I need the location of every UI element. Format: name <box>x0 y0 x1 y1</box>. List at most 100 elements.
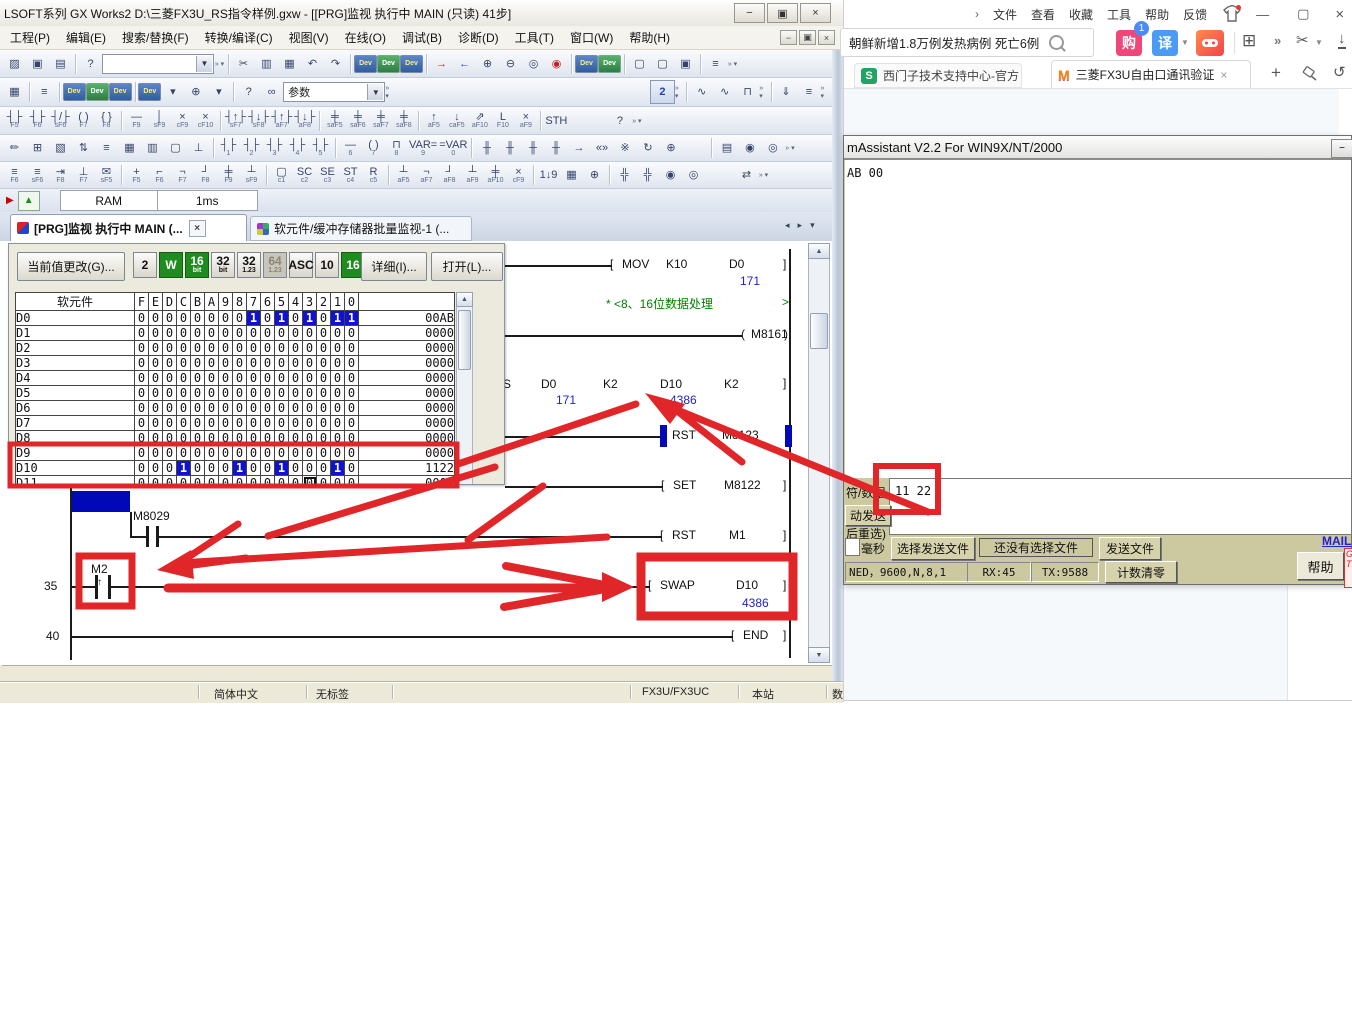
delete-hline-icon[interactable]: ×cF9 <box>171 110 194 132</box>
close-contact-icon[interactable]: ┤├F6 <box>26 110 49 132</box>
compare1-icon[interactable]: ╫ <box>475 137 498 159</box>
operand[interactable]: K2 <box>603 377 618 391</box>
bit-cell[interactable]: 0 <box>219 356 233 371</box>
dropdown-icon[interactable]: ▾ <box>161 81 184 103</box>
find-device-icon[interactable]: ⊕ <box>184 81 207 103</box>
bit-cell[interactable]: 0 <box>261 371 275 386</box>
bit-cell[interactable]: 0 <box>205 416 219 431</box>
hline-icon[interactable]: —F9 <box>125 110 148 132</box>
bit-cell[interactable]: 0 <box>261 476 275 486</box>
copy-icon[interactable]: ▥ <box>255 53 278 75</box>
bit-cell[interactable]: 0 <box>205 476 219 486</box>
bit-cell[interactable]: 0 <box>163 446 177 461</box>
ref-watch-icon[interactable]: ◉ <box>659 164 682 186</box>
instruction-rst[interactable]: RST <box>672 428 696 442</box>
minimize-button[interactable]: − <box>734 3 765 23</box>
device-monitor-icon[interactable]: Dev <box>575 55 598 73</box>
device-value-cell[interactable]: 0000 <box>359 386 455 401</box>
bit-cell[interactable]: 0 <box>177 476 191 486</box>
device-batch-monitor-icon[interactable]: Dev <box>598 55 621 73</box>
help-icon[interactable]: ? <box>237 81 260 103</box>
window-tile-icon[interactable]: ▣ <box>674 53 697 75</box>
bit-cell[interactable]: 0 <box>191 401 205 416</box>
arrow-right-icon[interactable]: → <box>567 137 590 159</box>
monitor-scroll-up-icon[interactable]: ▲ <box>456 292 473 307</box>
change-current-value-button[interactable]: 当前值更改(G)... <box>17 252 125 281</box>
read-from-plc-icon[interactable]: ← <box>453 53 476 75</box>
bit-cell[interactable]: 0 <box>135 416 149 431</box>
download-icon[interactable]: ↓ <box>1338 30 1346 49</box>
redo-icon[interactable]: ↷ <box>324 53 347 75</box>
af5-icon[interactable]: ┴aF5 <box>392 164 415 186</box>
contact4-icon[interactable]: ┤├4 <box>286 137 309 159</box>
clear-counter-button[interactable]: 计数清零 <box>1105 561 1177 583</box>
bit-cell[interactable]: 0 <box>219 326 233 341</box>
bit-cell[interactable]: 0 <box>205 446 219 461</box>
bit-cell[interactable]: 0 <box>149 311 163 326</box>
scroll-up-icon[interactable]: ▲ <box>808 243 830 259</box>
bit-cell[interactable]: 0 <box>289 326 303 341</box>
ladder-cursor[interactable] <box>72 491 130 512</box>
chevron-icon[interactable]: › <box>968 4 986 24</box>
bit-cell[interactable]: 0 <box>261 446 275 461</box>
bit-cell[interactable]: 0 <box>345 446 359 461</box>
scissors-dropdown-icon[interactable]: ▼ <box>1315 38 1323 47</box>
format-real-button[interactable]: 321.23 <box>237 252 261 278</box>
bit-cell[interactable]: 0 <box>149 476 163 486</box>
toolbar-overflow-chevron[interactable]: » ▾ <box>821 81 830 103</box>
watch1-icon[interactable]: ◉ <box>738 137 761 159</box>
tab-scroll-right-icon[interactable]: ▸ <box>798 220 803 231</box>
bit-cell[interactable]: 0 <box>205 371 219 386</box>
gx-menu-item-8[interactable]: 工具(T) <box>507 26 562 49</box>
contact2-icon[interactable]: ┤├2 <box>240 137 263 159</box>
declare-icon[interactable]: ▥ <box>141 137 164 159</box>
tab-close-icon[interactable]: × <box>189 220 206 237</box>
bit-cell[interactable]: 0 <box>177 416 191 431</box>
af10-icon[interactable]: ╪aF10 <box>484 164 507 186</box>
gx-menu-item-4[interactable]: 视图(V) <box>281 26 337 49</box>
device-value-cell[interactable]: 0000 <box>359 431 455 446</box>
toolbar-overflow-chevron[interactable]: » ▾ <box>759 81 768 103</box>
bit-cell[interactable]: 0 <box>219 416 233 431</box>
bit-cell[interactable]: 0 <box>177 446 191 461</box>
instruction-end[interactable]: END <box>743 628 768 642</box>
browser-menu-item-5[interactable]: 反馈 <box>1176 3 1214 26</box>
bit-cell[interactable]: 0 <box>149 326 163 341</box>
device-display-icon[interactable]: Dev <box>138 83 161 101</box>
zoom-out-icon[interactable]: ⊖ <box>499 53 522 75</box>
device-batch2-icon[interactable]: Dev <box>109 83 132 101</box>
tee-sf9-icon[interactable]: ┴sF9 <box>240 164 263 186</box>
program-list-icon[interactable]: ≡ <box>33 81 56 103</box>
combo-dropdown-icon[interactable]: ▼ <box>196 56 212 72</box>
bit-cell[interactable]: 0 <box>233 371 247 386</box>
auto-send-button[interactable]: 动发送 <box>845 505 891 526</box>
bit-cell[interactable]: 0 <box>135 341 149 356</box>
watch2-icon[interactable]: ◎ <box>761 137 784 159</box>
bit-cell[interactable]: 0 <box>205 311 219 326</box>
skin-shirt-icon[interactable] <box>1222 5 1242 23</box>
assistant-titlebar[interactable]: mAssistant V2.2 For WIN9X/NT/2000 − <box>844 136 1351 160</box>
af9-icon[interactable]: ┴aF9 <box>461 164 484 186</box>
tab-f8-icon[interactable]: ⇥F8 <box>49 164 72 186</box>
bit-cell[interactable]: 0 <box>191 326 205 341</box>
search-icon[interactable] <box>1049 35 1064 50</box>
quick-find-combo[interactable]: ▼ <box>102 54 214 74</box>
tab-list-icon[interactable]: ▾ <box>810 220 815 231</box>
bit-cell[interactable]: 0 <box>191 476 205 486</box>
bit-cell[interactable]: 0 <box>261 386 275 401</box>
instruction-rst-m1[interactable]: RST <box>672 528 696 542</box>
device-value-cell[interactable]: 0000 <box>359 476 455 486</box>
bit-cell[interactable]: 0 <box>247 341 261 356</box>
note-sf5-icon[interactable]: ✉sF5 <box>95 164 118 186</box>
ladder-hscrollbar[interactable] <box>2 665 832 682</box>
falling-pulse-icon[interactable]: ┤↓├sF8 <box>247 110 270 132</box>
scrollbar-thumb[interactable] <box>810 313 828 349</box>
sth-icon[interactable]: STH <box>544 110 568 132</box>
pulse-result2-icon[interactable]: ╪saF7 <box>369 110 392 132</box>
tab-mitsubishi-active[interactable]: M 三菱FX3U自由口通讯验证 × <box>1051 60 1251 88</box>
new-tab-icon[interactable]: + <box>1271 63 1281 83</box>
wave1-icon[interactable]: ∿ <box>690 81 713 103</box>
gx-menu-item-1[interactable]: 编辑(E) <box>58 26 114 49</box>
ladder-scrollbar[interactable] <box>808 243 830 663</box>
gx-menu-item-7[interactable]: 诊断(D) <box>450 26 507 49</box>
